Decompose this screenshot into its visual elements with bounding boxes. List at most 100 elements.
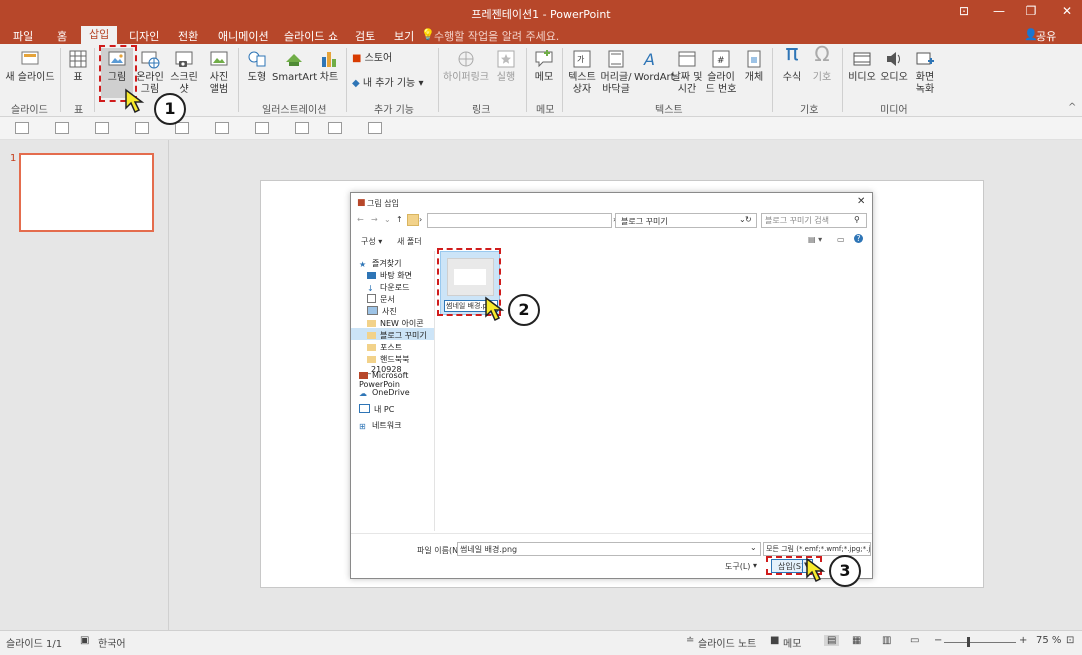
tab-insert[interactable]: 삽입 <box>81 26 118 44</box>
slide-thumbnail[interactable] <box>19 153 154 232</box>
nav-network[interactable]: ⊞ 네트워크 <box>359 420 401 431</box>
equation-button[interactable]: π 수식 <box>778 43 806 84</box>
object-button[interactable]: 개체 <box>740 48 768 84</box>
tab-view[interactable]: 보기 <box>394 28 414 44</box>
insert-picture-dialog: ■ 그림 삽입 ✕ ← → ⌄ ↑ › › 블로그 꾸미기 ⌄ ↻ 블로그 꾸미… <box>350 192 873 579</box>
hyperlink-button[interactable]: 하이퍼링크 <box>442 48 490 84</box>
close-icon[interactable]: ✕ <box>1058 4 1076 20</box>
shapes-button[interactable]: 도형 <box>244 48 270 84</box>
zoom-level[interactable]: 75 % <box>1036 635 1061 646</box>
distribute-icon[interactable] <box>255 122 269 134</box>
wordart-button[interactable]: A WordArt <box>634 48 675 84</box>
group-comments-label: 메모 <box>536 105 555 116</box>
tell-me-search[interactable]: 수행할 작업을 알려 주세요. <box>434 28 559 44</box>
up-arrow-icon[interactable]: ↑ <box>396 215 403 224</box>
tab-design[interactable]: 디자인 <box>129 28 159 44</box>
slide-number: 1 <box>10 153 17 164</box>
align-center-icon[interactable] <box>55 122 69 134</box>
camera-icon[interactable] <box>328 122 342 134</box>
header-footer-button[interactable]: 머리글/ 바닥글 <box>598 48 634 96</box>
screenshot-button[interactable]: 스크린샷 <box>166 48 202 96</box>
smartart-button[interactable]: SmartArt <box>272 48 317 84</box>
align-left-icon[interactable] <box>15 122 29 134</box>
cloud-icon: ☁ <box>359 389 367 398</box>
forward-arrow-icon[interactable]: → <box>371 215 378 224</box>
spellcheck-icon[interactable]: ▣ <box>80 635 89 646</box>
address-field[interactable] <box>427 213 612 228</box>
slideshow-icon[interactable]: ▭ <box>910 635 919 646</box>
normal-view-icon[interactable]: ▤ <box>824 635 840 646</box>
refresh-icon[interactable]: ↻ <box>745 215 752 224</box>
table-button[interactable]: 표 <box>64 48 92 84</box>
reading-view-icon[interactable]: ▥ <box>882 635 891 646</box>
distribute-vertical-icon[interactable] <box>295 122 309 134</box>
new-slide-label: 새 슬라이드 <box>5 72 55 83</box>
minimize-icon[interactable]: — <box>990 4 1008 20</box>
video-button[interactable]: 비디오 <box>846 48 878 84</box>
collapse-ribbon-icon[interactable]: ^ <box>1068 102 1076 113</box>
new-slide-button[interactable]: 새 슬라이드 <box>4 48 56 84</box>
camera-add-icon[interactable] <box>368 122 382 134</box>
audio-label: 오디오 <box>880 72 908 83</box>
nav-powerpoint[interactable]: Microsoft PowerPoin <box>359 371 434 389</box>
store-button[interactable]: ■ 스토어 <box>352 53 412 65</box>
comments-button[interactable]: 메모 <box>783 635 801 650</box>
new-folder-button[interactable]: 새 폴더 <box>397 236 422 247</box>
tab-file[interactable]: 파일 <box>13 28 33 44</box>
screen-recording-button[interactable]: 화면 녹화 <box>910 48 940 96</box>
nav-downloads[interactable]: ↓ 다운로드 <box>367 282 409 293</box>
tools-button[interactable]: 도구(L) <box>725 561 750 572</box>
zoom-slider[interactable] <box>944 642 1016 643</box>
align-right-icon[interactable] <box>95 122 109 134</box>
search-box[interactable]: 블로그 꾸미기 검색 ⚲ <box>761 213 867 228</box>
my-addins-button[interactable]: ◆ 내 추가 기능 ▾ <box>352 78 434 90</box>
help-icon[interactable]: ? <box>854 234 863 243</box>
action-button[interactable]: 실행 <box>492 48 520 84</box>
slide-sorter-icon[interactable]: ▦ <box>852 635 861 646</box>
tab-slideshow[interactable]: 슬라이드 쇼 <box>284 28 338 44</box>
nav-pictures[interactable]: 사진 <box>367 306 397 317</box>
preview-pane-icon[interactable]: ▭ <box>837 235 845 244</box>
tab-review[interactable]: 검토 <box>355 28 375 44</box>
back-arrow-icon[interactable]: ← <box>357 215 364 224</box>
textbox-icon: 가 <box>573 50 591 68</box>
nav-quick-access[interactable]: ★ 즐겨찾기 <box>359 258 401 269</box>
nav-folder[interactable]: 포스트 <box>367 342 402 353</box>
date-time-button[interactable]: 날짜 및 시간 <box>670 48 704 96</box>
nav-documents[interactable]: 문서 <box>367 294 395 305</box>
dialog-close-icon[interactable]: ✕ <box>857 196 865 207</box>
language[interactable]: 한국어 <box>98 635 126 650</box>
nav-folder-selected[interactable]: 블로그 꾸미기 <box>367 330 427 341</box>
folder-icon <box>367 332 376 339</box>
zoom-out-icon[interactable]: − <box>934 635 942 646</box>
view-options-icon[interactable]: ▤ ▾ <box>808 235 822 244</box>
align-top-icon[interactable] <box>135 122 149 134</box>
ribbon-display-icon[interactable]: ⊡ <box>955 4 973 20</box>
nav-desktop[interactable]: 바탕 화면 <box>367 270 412 281</box>
chart-button[interactable]: 차트 <box>316 48 342 84</box>
nav-this-pc[interactable]: 내 PC <box>359 404 394 415</box>
align-middle-icon[interactable] <box>175 122 189 134</box>
audio-button[interactable]: 오디오 <box>878 48 910 84</box>
tab-home[interactable]: 홈 <box>57 28 67 44</box>
notes-button[interactable]: 슬라이드 노트 <box>698 635 756 650</box>
nav-onedrive[interactable]: ☁ OneDrive <box>359 388 410 398</box>
path-field[interactable] <box>615 213 757 228</box>
photo-album-button[interactable]: 사진 앨범 <box>204 48 234 96</box>
tab-animations[interactable]: 애니메이션 <box>218 28 269 44</box>
organize-button[interactable]: 구성 ▾ <box>361 236 382 247</box>
slide-number-button[interactable]: # 슬라이드 번호 <box>704 48 738 96</box>
symbol-button[interactable]: Ω 기호 <box>808 44 836 84</box>
zoom-slider-handle[interactable] <box>967 637 970 647</box>
chevron-down-icon[interactable]: ⌄ <box>384 215 391 224</box>
filetype-select[interactable]: 모든 그림 (*.emf;*.wmf;*.jpg;*.jpeg;*.j <box>763 542 871 556</box>
comment-button[interactable]: 메모 <box>530 48 558 84</box>
share-button[interactable]: 공유 <box>1036 28 1056 44</box>
align-bottom-icon[interactable] <box>215 122 229 134</box>
fit-slide-icon[interactable]: ⊡ <box>1066 635 1074 646</box>
tab-transitions[interactable]: 전환 <box>178 28 198 44</box>
textbox-button[interactable]: 가 텍스트 상자 <box>566 48 598 96</box>
zoom-in-icon[interactable]: + <box>1019 635 1027 646</box>
filename-input[interactable]: 썸네일 배경.png ⌄ <box>457 542 761 556</box>
restore-icon[interactable]: ❐ <box>1022 4 1040 20</box>
